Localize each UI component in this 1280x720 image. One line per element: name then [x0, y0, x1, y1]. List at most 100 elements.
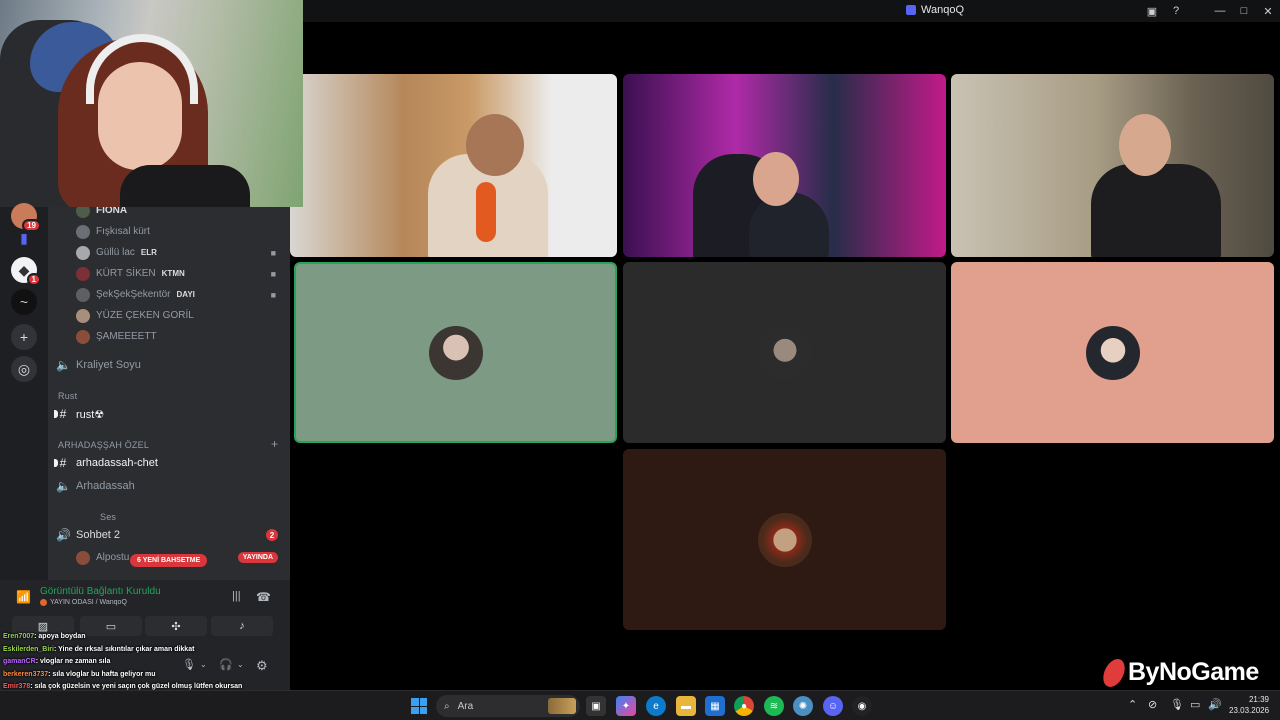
chevron-up-icon[interactable]: ⌃ [1128, 698, 1137, 711]
video-tile-2[interactable] [623, 74, 946, 257]
new-mentions-pill[interactable]: 6 YENİ BAHSETME [130, 554, 208, 567]
hashtag-icon: # [59, 407, 67, 421]
store-icon[interactable]: ▦ [705, 696, 725, 716]
voice-user[interactable]: KÜRT SİKEN KTMN ■ [76, 263, 282, 284]
chat-text: : sıla çok güzelsin ve yeni saçın çok gü… [30, 683, 243, 690]
window-controls: ▣ ? — □ ✕ [1140, 0, 1280, 22]
user-avatar [76, 245, 90, 260]
speaker-icon: 🔈 [56, 479, 71, 493]
speaker-icon: 🔊 [56, 528, 71, 542]
chat-text: : Yine de ırksal sıkıntılar çıkar aman d… [53, 645, 195, 653]
video-tile-3[interactable] [951, 74, 1274, 257]
voice-user[interactable]: ŞekŞekŞekentör DAYI ■ [76, 284, 282, 305]
spotify-icon[interactable]: ≋ [764, 696, 784, 716]
video-tile-avatar-4[interactable] [294, 262, 617, 443]
disconnect-icon[interactable]: ☎ [256, 590, 271, 604]
chat-message: Eskilerden_Biri: Yine de ırksal sıkıntıl… [3, 644, 293, 657]
system-clock[interactable]: 21:39 23.03.2026 [1229, 694, 1269, 716]
folder-icon[interactable]: ▮ [11, 225, 37, 251]
voice-user[interactable]: ŞAMEEEETT [76, 326, 282, 347]
help-icon[interactable]: ? [1164, 0, 1188, 22]
role-tag: ELR [140, 248, 157, 257]
noise-suppression-icon[interactable]: ||| [232, 590, 241, 602]
file-explorer-icon[interactable]: ▬ [676, 696, 696, 716]
chat-message: gamanCR: vloglar ne zaman sıla [3, 656, 293, 669]
chrome-icon[interactable]: ● [734, 696, 754, 716]
title-bar: WanqoQ ▣ ? — □ ✕ [290, 0, 1280, 22]
search-icon: ⌕ [444, 700, 450, 712]
user-avatar [76, 266, 90, 281]
chat-username: Eskilerden_Biri [3, 645, 54, 653]
video-tile-1[interactable] [290, 74, 617, 257]
text-channel-arkadas[interactable]: # arhadassah-chet [54, 452, 284, 474]
windows-start-icon[interactable] [411, 698, 427, 714]
microphone-icon[interactable]: 🎙 [1170, 698, 1184, 711]
video-tile-avatar-5[interactable] [623, 262, 946, 443]
category-rust[interactable]: Rust [58, 391, 77, 401]
bynogame-logo: ByNoGame [1100, 658, 1259, 687]
copilot-icon[interactable]: ✦ [616, 696, 636, 716]
windows-taskbar: ⌕ Ara ▣ ✦ e ▬ ▦ ● ≋ ✺ ☺ ◉ ⌃ ⊘ 🎙 ▭ 🔊 21:3… [0, 690, 1280, 720]
brand-mark-icon [1100, 658, 1128, 687]
network-app-icon[interactable]: ✺ [793, 696, 813, 716]
video-tile-avatar-6[interactable] [951, 262, 1274, 443]
discord-icon[interactable]: ☺ [823, 696, 843, 716]
create-channel-icon[interactable]: + [271, 437, 278, 451]
text-channel-rust[interactable]: # rust☢ [54, 403, 284, 425]
role-tag: KTMN [161, 269, 185, 278]
speaker-icon: 🔈 [56, 358, 71, 372]
server-icon[interactable]: ◆ 1 [11, 257, 41, 286]
camera-icon: ■ [270, 289, 276, 300]
user-avatar [76, 329, 90, 344]
voice-channel-sohbet[interactable]: 🔊 Sohbet 2 [56, 524, 284, 546]
streamer-webcam [0, 0, 303, 207]
chat-message: berkeren3737: sıla vloglar bu hafta geli… [3, 669, 293, 682]
voice-user[interactable]: Fışkısal kürt [76, 221, 282, 242]
volume-icon[interactable]: 🔊 [1208, 698, 1222, 711]
maximize-button[interactable]: □ [1232, 0, 1256, 22]
task-view-icon[interactable]: ▣ [586, 696, 606, 716]
window-title-text: WanqoQ [921, 4, 965, 16]
connection-channel[interactable]: YAYIN ODASI / WanqoQ [40, 599, 127, 606]
inbox-icon[interactable]: ▣ [1140, 0, 1164, 22]
user-avatar [76, 224, 90, 239]
chat-username: gamanCR [3, 658, 36, 665]
voice-user[interactable]: YÜZE ÇEKEN GORİL [76, 305, 282, 326]
network-off-icon[interactable]: ⊘ [1148, 698, 1157, 711]
user-count-badge: 2 [266, 529, 278, 541]
voice-channel-arkadas[interactable]: 🔈 Arhadassah [56, 475, 284, 497]
add-server-icon[interactable]: + [11, 324, 37, 350]
minimize-button[interactable]: — [1208, 0, 1232, 22]
channel-name: arhadassah-chet [76, 457, 158, 469]
chat-username: berkeren3737 [3, 670, 49, 678]
video-tile-avatar-7[interactable] [623, 449, 946, 630]
category-ses[interactable]: Ses [100, 512, 116, 522]
role-tag: DAYI [176, 290, 195, 299]
category-arkadas[interactable]: ARHADAŞŞAH ÖZEL [58, 440, 149, 450]
chat-text: : vloglar ne zaman sıla [35, 658, 111, 665]
voice-user[interactable]: Güllü lac ELR ■ [76, 242, 282, 263]
chat-text: : apoya boydan [34, 633, 86, 640]
chat-message: Eren7007: apoya boydan [3, 631, 293, 644]
camera-icon: ■ [270, 268, 276, 279]
screen: WanqoQ ▣ ? — □ ✕ 19 ▮ ◆ 1 ~ + ◎ FIONA Fı… [0, 0, 1280, 720]
channel-name: rust☢ [76, 408, 105, 421]
user-avatar [76, 550, 90, 565]
voice-user[interactable]: FIONA [76, 207, 282, 221]
display-icon[interactable]: ▭ [1190, 698, 1200, 711]
search-highlight-image [548, 698, 576, 714]
server-rail: 19 ▮ ◆ 1 ~ + ◎ [0, 203, 48, 580]
chat-username: Emir378 [3, 683, 31, 690]
user-avatar [76, 308, 90, 323]
server-icon[interactable]: ~ [11, 289, 37, 315]
chat-text: : sıla vloglar bu hafta geliyor mu [48, 670, 156, 678]
close-button[interactable]: ✕ [1256, 0, 1280, 22]
taskbar-search[interactable]: ⌕ Ara [436, 695, 580, 717]
edge-icon[interactable]: e [646, 696, 666, 716]
voice-channel-kraliyet[interactable]: 🔈 Kraliyet Soyu [56, 354, 284, 376]
channel-name: Sohbet 2 [76, 529, 121, 541]
obs-icon[interactable]: ◉ [852, 696, 872, 716]
discover-icon[interactable]: ◎ [11, 356, 37, 382]
connection-status[interactable]: Görüntülü Bağlantı Kuruldu [40, 586, 161, 597]
user-avatar [76, 207, 90, 218]
